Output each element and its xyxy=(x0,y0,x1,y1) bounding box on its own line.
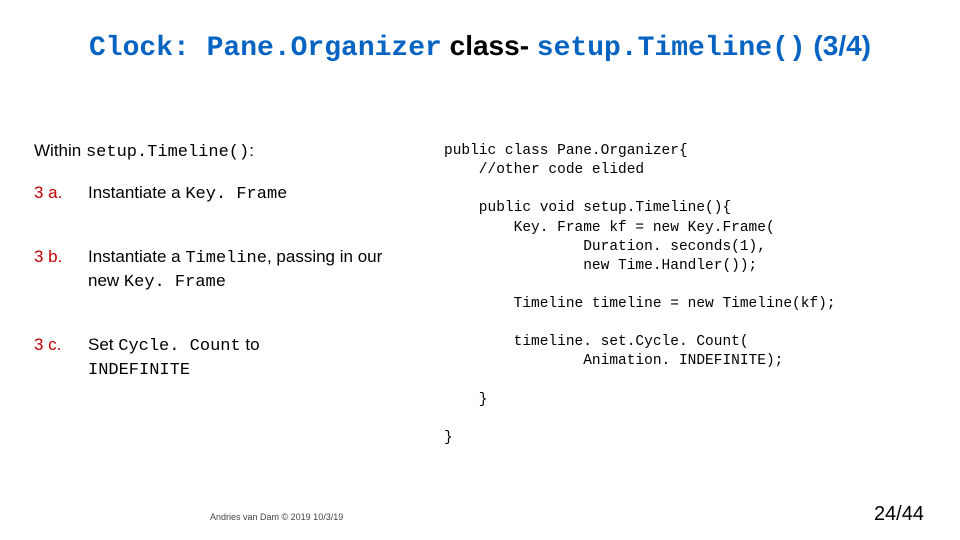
slide-root: Clock: Pane.Organizer class- setup.Timel… xyxy=(0,0,960,540)
code-block: public class Pane.Organizer{ //other cod… xyxy=(444,142,836,448)
step-3c-pre: Set xyxy=(88,335,118,354)
step-body-3b: Instantiate a Timeline, passing in our n… xyxy=(88,246,414,294)
step-num-3c: 3 c. xyxy=(34,334,88,382)
footer-credit: Andries van Dam © 2019 10/3/19 xyxy=(210,512,343,522)
title-part-4: (3/4) xyxy=(806,30,871,61)
footer-page-number: 24/44 xyxy=(874,503,924,526)
step-num-3b: 3 b. xyxy=(34,246,88,294)
within-colon: : xyxy=(249,141,254,160)
title-part-2: class- xyxy=(442,30,537,61)
step-3c-code2: INDEFINITE xyxy=(88,361,190,380)
left-column: Within setup.Timeline(): 3 a. Instantiat… xyxy=(34,140,414,423)
slide-title: Clock: Pane.Organizer class- setup.Timel… xyxy=(0,30,960,64)
step-3a-code: Key. Frame xyxy=(185,185,287,204)
step-body-3a: Instantiate a Key. Frame xyxy=(88,182,414,206)
within-label: Within xyxy=(34,141,86,160)
step-3b-pre: Instantiate a xyxy=(88,247,185,266)
step-3b-code: Timeline xyxy=(185,249,267,268)
title-part-1: Clock: Pane.Organizer xyxy=(89,33,442,64)
within-line: Within setup.Timeline(): xyxy=(34,140,414,164)
within-method: setup.Timeline() xyxy=(86,143,249,162)
step-num-3a: 3 a. xyxy=(34,182,88,206)
title-part-3: setup.Timeline() xyxy=(537,33,806,64)
step-3c-mid: to xyxy=(241,335,260,354)
step-body-3c: Set Cycle. Count to INDEFINITE xyxy=(88,334,414,382)
step-3a-pre: Instantiate a xyxy=(88,183,185,202)
step-3c-code: Cycle. Count xyxy=(118,337,240,356)
step-3c: 3 c. Set Cycle. Count to INDEFINITE xyxy=(34,334,414,382)
step-3b-code2: Key. Frame xyxy=(124,273,226,292)
step-3b: 3 b. Instantiate a Timeline, passing in … xyxy=(34,246,414,294)
step-3a: 3 a. Instantiate a Key. Frame xyxy=(34,182,414,206)
